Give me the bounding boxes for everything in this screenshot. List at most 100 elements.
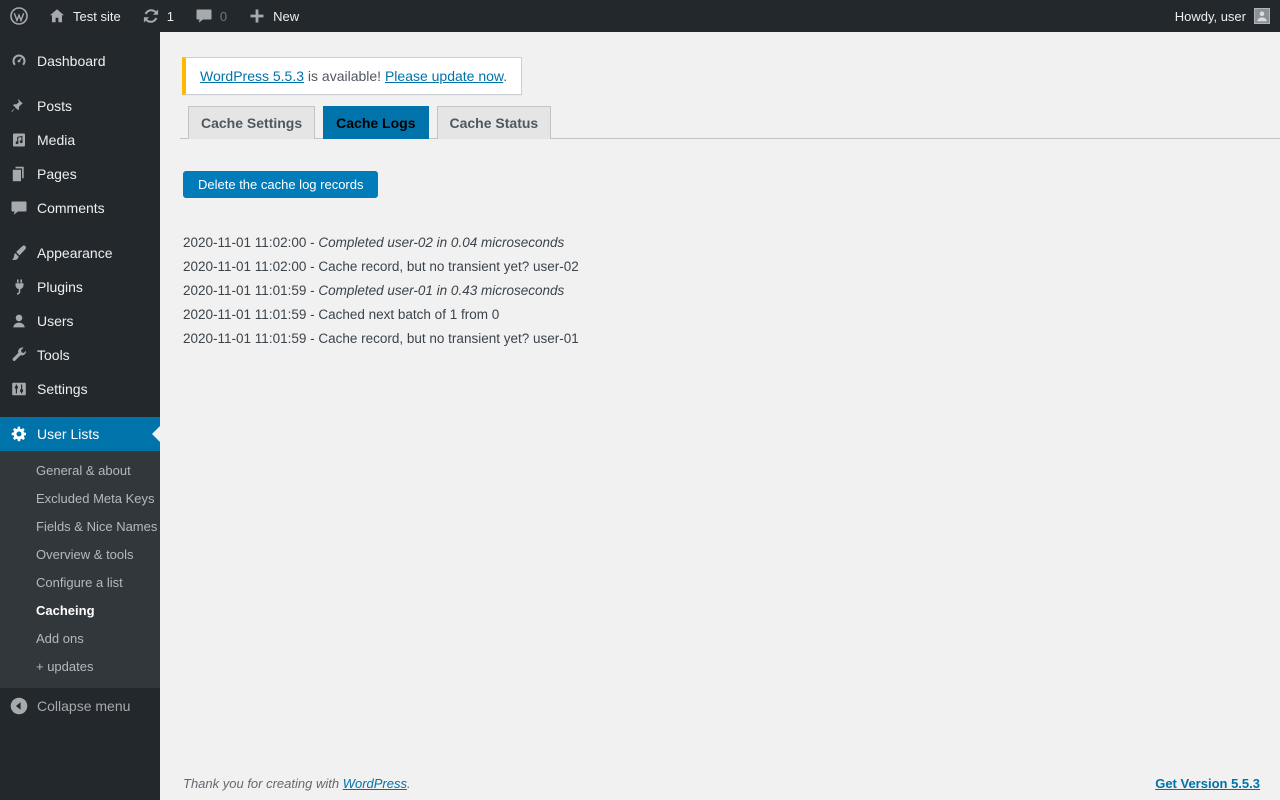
log-timestamp: 2020-11-01 11:01:59 -	[183, 307, 319, 322]
submenu-item-general-about[interactable]: General & about	[0, 457, 160, 485]
sidebar-item-label: Users	[37, 313, 74, 329]
footer-version: Get Version 5.5.3	[1155, 776, 1260, 791]
sidebar-item-label: Appearance	[37, 245, 113, 261]
dashboard-icon	[9, 51, 29, 71]
log-message: Cached next batch of 1 from 0	[318, 307, 500, 322]
wrench-icon	[9, 345, 29, 365]
plug-icon	[9, 277, 29, 297]
paintbrush-icon	[9, 243, 29, 263]
collapse-arrow-icon	[9, 696, 29, 716]
wordpress-logo-menu[interactable]	[0, 0, 37, 32]
submenu-item-add-ons[interactable]: Add ons	[0, 625, 160, 653]
sidebar-item-label: Pages	[37, 166, 77, 182]
log-line: 2020-11-01 11:01:59 - Completed user-01 …	[183, 279, 1280, 303]
admin-bar: Test site 1 0 New Howdy, user	[0, 0, 1280, 32]
update-count: 1	[166, 8, 174, 24]
log-message: Cache record, but no transient yet? user…	[318, 259, 579, 274]
pushpin-icon	[9, 96, 29, 116]
collapse-menu-button[interactable]: Collapse menu	[0, 689, 160, 723]
submenu-item-updates[interactable]: + updates	[0, 653, 160, 681]
menu-separator	[0, 406, 160, 417]
sidebar-item-user-lists[interactable]: User Lists	[0, 417, 160, 451]
get-version-link[interactable]: Get Version 5.5.3	[1155, 776, 1260, 791]
user-lists-submenu: General & about Excluded Meta Keys Field…	[0, 451, 160, 688]
comment-bubble-icon	[194, 6, 214, 26]
sidebar-item-media[interactable]: Media	[0, 123, 160, 157]
gear-icon	[9, 424, 29, 444]
submenu-item-excluded-meta-keys[interactable]: Excluded Meta Keys	[0, 485, 160, 513]
delete-cache-logs-button[interactable]: Delete the cache log records	[183, 171, 379, 198]
log-line: 2020-11-01 11:01:59 - Cached next batch …	[183, 303, 1280, 327]
sidebar-item-plugins[interactable]: Plugins	[0, 270, 160, 304]
site-name-label: Test site	[73, 8, 121, 24]
cache-log-list: 2020-11-01 11:02:00 - Completed user-02 …	[183, 231, 1280, 351]
settings-icon	[9, 379, 29, 399]
tab-cache-logs[interactable]: Cache Logs	[323, 106, 429, 139]
notice-period: .	[503, 68, 508, 84]
sidebar-item-appearance[interactable]: Appearance	[0, 236, 160, 270]
log-message: Completed user-01 in 0.43 microseconds	[318, 283, 565, 298]
log-line: 2020-11-01 11:01:59 - Cache record, but …	[183, 327, 1280, 351]
comments-icon	[9, 198, 29, 218]
tab-bar: Cache Settings Cache Logs Cache Status	[180, 106, 1280, 139]
sidebar-item-tools[interactable]: Tools	[0, 338, 160, 372]
log-message: Cache record, but no transient yet? user…	[318, 331, 579, 346]
sidebar-item-posts[interactable]: Posts	[0, 89, 160, 123]
log-message: Completed user-02 in 0.04 microseconds	[318, 235, 565, 250]
plus-icon	[247, 6, 267, 26]
submenu-item-overview-tools[interactable]: Overview & tools	[0, 541, 160, 569]
submenu-item-configure-a-list[interactable]: Configure a list	[0, 569, 160, 597]
update-icon	[141, 6, 161, 26]
sidebar-item-users[interactable]: Users	[0, 304, 160, 338]
avatar	[1254, 8, 1270, 24]
media-icon	[9, 130, 29, 150]
sidebar-item-label: User Lists	[37, 426, 100, 442]
comments-link[interactable]: 0	[184, 0, 237, 32]
admin-bar-right: Howdy, user	[1165, 0, 1280, 32]
sidebar-item-label: Plugins	[37, 279, 83, 295]
footer-thanks-period: .	[407, 776, 411, 791]
log-timestamp: 2020-11-01 11:01:59 -	[183, 283, 319, 298]
tab-cache-status[interactable]: Cache Status	[436, 106, 552, 139]
footer-thanks-text: Thank you for creating with	[183, 776, 343, 791]
admin-menu: Dashboard Posts Media Pages Comments App…	[0, 32, 160, 723]
log-timestamp: 2020-11-01 11:02:00 -	[183, 259, 319, 274]
comment-count: 0	[219, 8, 228, 24]
log-line: 2020-11-01 11:02:00 - Cache record, but …	[183, 255, 1280, 279]
howdy-label: Howdy, user	[1174, 8, 1246, 24]
footer-thanks: Thank you for creating with WordPress.	[183, 776, 411, 791]
tab-cache-settings[interactable]: Cache Settings	[188, 106, 316, 139]
log-line: 2020-11-01 11:02:00 - Completed user-02 …	[183, 231, 1280, 255]
updates-link[interactable]: 1	[131, 0, 184, 32]
submenu-item-cacheing[interactable]: Cacheing	[0, 597, 160, 625]
new-content-link[interactable]: New	[237, 0, 309, 32]
sidebar-item-label: Settings	[37, 381, 88, 397]
main-content: WordPress 5.5.3 is available! Please upd…	[160, 32, 1280, 800]
sidebar-item-label: Dashboard	[37, 53, 106, 69]
update-notice: WordPress 5.5.3 is available! Please upd…	[182, 57, 523, 95]
wordpress-logo-icon	[9, 6, 29, 26]
my-account-link[interactable]: Howdy, user	[1165, 0, 1270, 32]
current-menu-arrow	[152, 426, 160, 442]
wordpress-version-link[interactable]: WordPress 5.5.3	[200, 68, 304, 84]
sidebar-item-dashboard[interactable]: Dashboard	[0, 44, 160, 78]
collapse-menu-label: Collapse menu	[37, 698, 131, 714]
admin-sidebar: Dashboard Posts Media Pages Comments App…	[0, 32, 160, 800]
site-name-link[interactable]: Test site	[37, 0, 131, 32]
update-now-link[interactable]: Please update now	[385, 68, 503, 84]
sidebar-item-label: Media	[37, 132, 76, 148]
submenu-item-fields-nice-names[interactable]: Fields & Nice Names	[0, 513, 160, 541]
sidebar-item-pages[interactable]: Pages	[0, 157, 160, 191]
menu-separator	[0, 225, 160, 236]
sidebar-item-label: Tools	[37, 347, 70, 363]
log-timestamp: 2020-11-01 11:01:59 -	[183, 331, 319, 346]
user-icon	[9, 311, 29, 331]
pages-icon	[9, 164, 29, 184]
sidebar-item-settings[interactable]: Settings	[0, 372, 160, 406]
sidebar-item-label: Posts	[37, 98, 73, 114]
log-timestamp: 2020-11-01 11:02:00 -	[183, 235, 319, 250]
wordpress-footer-link[interactable]: WordPress	[343, 776, 407, 791]
sidebar-item-comments[interactable]: Comments	[0, 191, 160, 225]
menu-separator	[0, 78, 160, 89]
admin-footer: Thank you for creating with WordPress. G…	[183, 776, 1260, 791]
